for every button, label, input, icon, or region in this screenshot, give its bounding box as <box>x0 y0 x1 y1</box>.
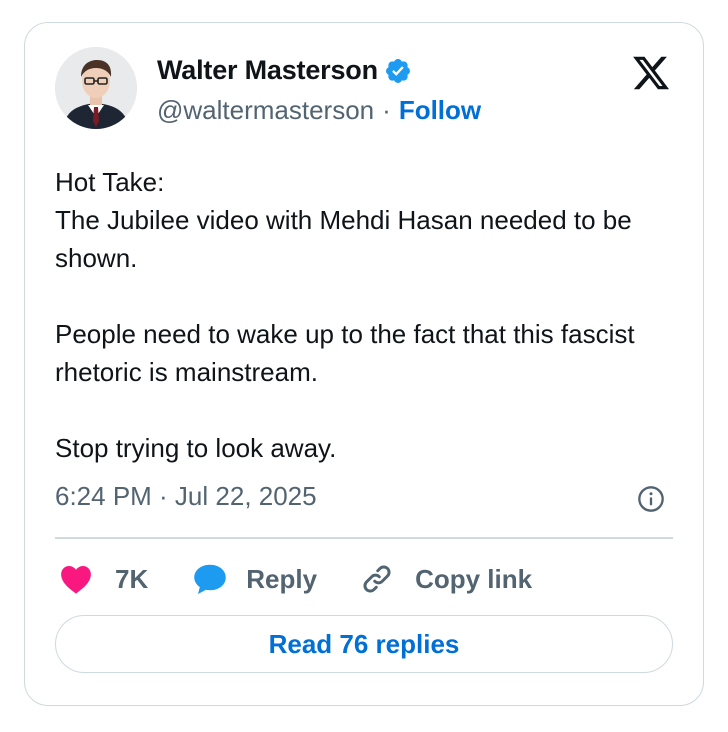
author-name[interactable]: Walter Masterson <box>157 55 378 86</box>
divider <box>55 537 673 539</box>
tweet-line: Stop trying to look away. <box>55 433 337 463</box>
separator-dot: · <box>382 95 391 125</box>
copy-link-button[interactable]: Copy link <box>359 561 532 597</box>
speech-bubble-icon <box>192 562 228 596</box>
action-bar: 7K Reply Copy link <box>59 561 532 597</box>
follow-button[interactable]: Follow <box>399 95 481 126</box>
tweet-line: The Jubilee video with Mehdi Hasan neede… <box>55 205 632 273</box>
reply-label: Reply <box>246 563 318 594</box>
tweet-card: Walter Masterson @waltermasterson · Foll… <box>24 22 704 706</box>
handle-row: @waltermasterson · Follow <box>157 95 481 126</box>
like-button[interactable]: 7K <box>59 563 148 595</box>
read-replies-button[interactable]: Read 76 replies <box>55 615 673 673</box>
copy-link-label: Copy link <box>415 563 533 594</box>
link-icon <box>359 561 395 597</box>
reply-button[interactable]: Reply <box>192 562 317 596</box>
tweet-line: People need to wake up to the fact that … <box>55 319 635 387</box>
author-handle[interactable]: @waltermasterson <box>157 95 374 126</box>
verified-badge-icon <box>384 57 412 85</box>
tweet-timestamp[interactable]: 6:24 PM · Jul 22, 2025 <box>55 481 317 512</box>
author-name-row: Walter Masterson <box>157 55 412 86</box>
tweet-line: Hot Take: <box>55 167 165 197</box>
like-count: 7K <box>115 563 149 594</box>
tweet-text: Hot Take: The Jubilee video with Mehdi H… <box>55 163 675 467</box>
heart-icon <box>59 563 93 595</box>
info-icon[interactable] <box>637 485 665 513</box>
avatar[interactable] <box>55 47 137 129</box>
x-logo-icon[interactable] <box>631 53 671 93</box>
